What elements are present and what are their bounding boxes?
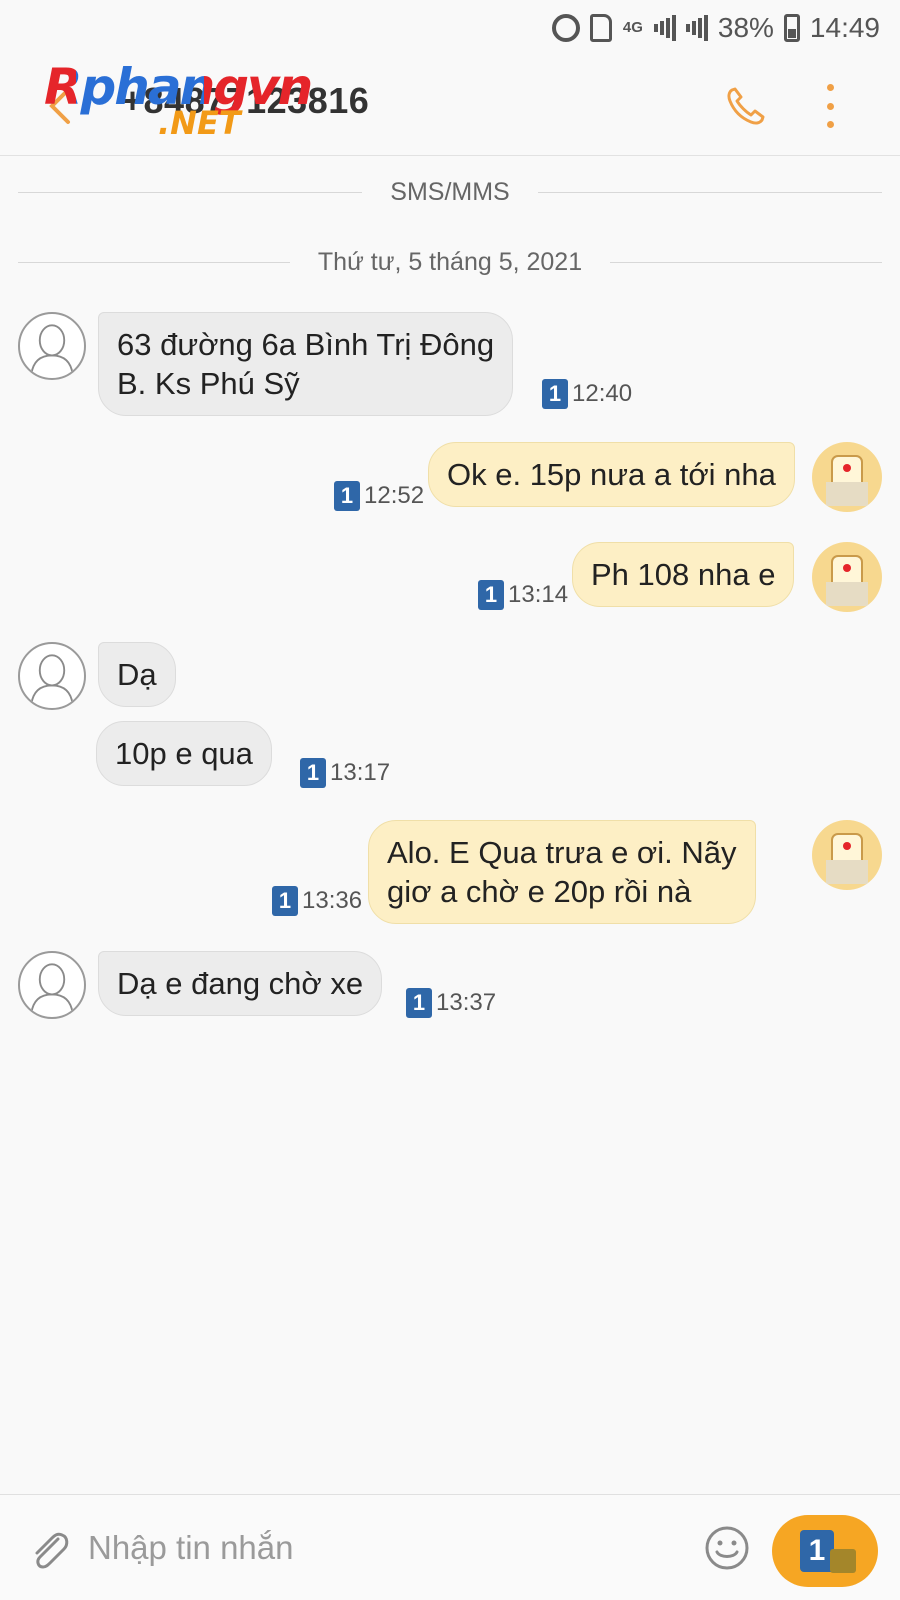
sim-badge: 1 <box>542 379 568 409</box>
contact-avatar[interactable] <box>18 951 86 1019</box>
my-avatar[interactable] <box>812 542 882 612</box>
message-bubble-incoming[interactable]: 63 đường 6a Bình Trị Đông B. Ks Phú Sỹ <box>98 312 514 416</box>
send-button[interactable]: 1 <box>772 1515 878 1587</box>
message-time: 12:52 <box>364 482 425 509</box>
message-input[interactable] <box>88 1523 668 1573</box>
signal-icon <box>653 15 676 41</box>
message-composer: 1 <box>0 1494 900 1600</box>
message-line: Alo. E Qua trưa e ơi. Nãy <box>387 835 737 870</box>
message-time: 13:17 <box>330 759 391 786</box>
battery-percent: 38% <box>717 12 774 43</box>
clock: 14:49 <box>809 12 880 43</box>
message-line: giơ a chờ e 20p rồi nà <box>387 874 692 909</box>
channel-divider: SMS/MMS <box>18 178 883 207</box>
send-sim-badge: 1 <box>800 1530 834 1572</box>
message-bubble-outgoing[interactable]: Ph 108 nha e <box>572 542 795 607</box>
message-line: 63 đường 6a Bình Trị Đông <box>117 327 495 362</box>
message-meta: 1 13:36 <box>272 886 362 916</box>
message-time: 13:36 <box>302 887 363 914</box>
message-time: 12:40 <box>572 380 633 407</box>
message-bubble-incoming[interactable]: Dạ <box>98 642 176 707</box>
message-bubble-outgoing[interactable]: Ok e. 15p nưa a tới nha <box>428 442 795 507</box>
message-line: Dạ e đang chờ xe <box>117 966 364 1001</box>
sim-badge: 1 <box>406 988 432 1018</box>
message-bubble-incoming[interactable]: Dạ e đang chờ xe <box>98 951 383 1016</box>
sim-badge: 1 <box>272 886 298 916</box>
date-label: Thứ tư, 5 tháng 5, 2021 <box>317 248 583 276</box>
message-meta: 1 13:37 <box>406 988 496 1018</box>
sim-badge: 1 <box>478 580 504 610</box>
battery-icon <box>783 14 800 42</box>
signal-icon-2 <box>685 15 708 41</box>
message-line: B. Ks Phú Sỹ <box>117 366 300 401</box>
more-options-icon[interactable] <box>824 84 836 128</box>
alarm-icon <box>551 14 580 42</box>
call-icon[interactable] <box>724 84 768 128</box>
sim-card-icon <box>589 14 612 42</box>
channel-label: SMS/MMS <box>390 178 510 206</box>
message-line: Ok e. 15p nưa a tới nha <box>447 457 776 492</box>
contact-avatar[interactable] <box>18 642 86 710</box>
message-line: 10p e qua <box>115 736 253 771</box>
watermark-logo: Rphangvn .NET <box>44 58 324 148</box>
contact-avatar[interactable] <box>18 312 86 380</box>
sim-badge: 1 <box>300 758 326 788</box>
network-type-icon: 4G <box>622 19 643 36</box>
attach-icon[interactable] <box>28 1527 70 1573</box>
status-bar: 4G 38% 14:49 <box>0 0 900 56</box>
message-time: 13:37 <box>436 989 497 1016</box>
date-divider: Thứ tư, 5 tháng 5, 2021 <box>18 248 883 277</box>
message-line: Ph 108 nha e <box>591 557 776 592</box>
my-avatar[interactable] <box>812 820 882 890</box>
message-meta: 1 12:40 <box>542 379 632 409</box>
message-meta: 1 13:17 <box>300 758 390 788</box>
sim-badge: 1 <box>334 481 360 511</box>
message-time: 13:14 <box>508 581 569 608</box>
conversation-header: +84877123816 Rphangvn .NET <box>0 56 900 156</box>
logo-suffix: .NET <box>158 104 241 142</box>
message-bubble-outgoing[interactable]: Alo. E Qua trưa e ơi. Nãy giơ a chờ e 20… <box>368 820 756 924</box>
message-meta: 1 12:52 <box>334 481 424 511</box>
emoji-icon[interactable] <box>704 1525 750 1571</box>
my-avatar[interactable] <box>812 442 882 512</box>
message-meta: 1 13:14 <box>478 580 568 610</box>
message-line: Dạ <box>117 657 157 692</box>
send-icon <box>830 1549 856 1573</box>
message-bubble-incoming[interactable]: 10p e qua <box>96 721 272 786</box>
